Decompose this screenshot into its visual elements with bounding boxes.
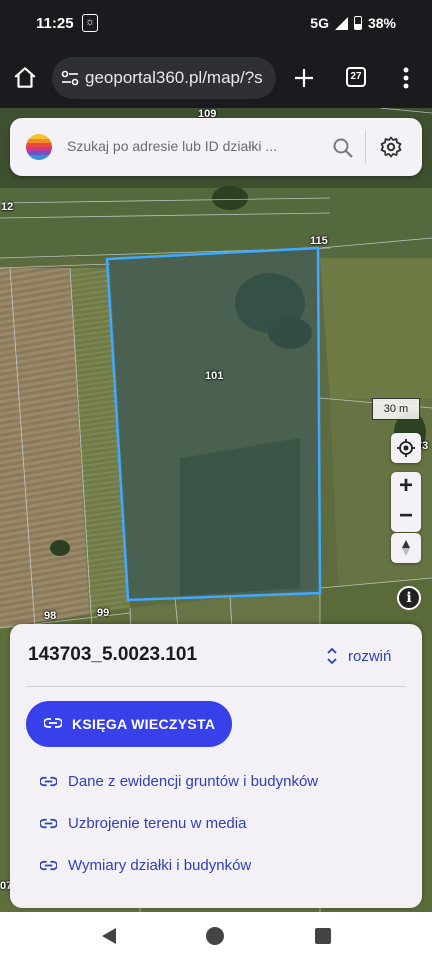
zoom-out-button[interactable]: − [391, 502, 421, 532]
gear-icon[interactable] [379, 135, 403, 159]
map-view[interactable]: 101 109 115 12 73 98 99 07 Szukaj po adr… [0, 108, 432, 912]
link-icon [44, 718, 62, 728]
parcel-label-main: 101 [205, 370, 224, 382]
info-icon[interactable]: i [397, 586, 421, 610]
signal-icon [334, 16, 348, 30]
land-register-label: KSIĘGA WIECZYSTA [72, 716, 216, 732]
url-text[interactable]: geoportal360.pl/map/?s [85, 68, 270, 88]
link-icon [40, 776, 57, 786]
menu-dots-icon[interactable] [398, 64, 414, 92]
battery-icon [353, 16, 362, 30]
link-icon [40, 860, 57, 870]
expand-label: rozwiń [348, 647, 392, 665]
link-icon [40, 818, 57, 828]
home-circle-icon[interactable] [206, 927, 224, 945]
link-dimensions[interactable]: Wymiary działki i budynków [40, 853, 251, 877]
browser-toolbar: geoportal360.pl/map/?s 27 [0, 48, 432, 108]
status-time: 11:25 [36, 15, 74, 32]
zoom-controls: + − [391, 472, 421, 532]
system-nav-bar [0, 912, 432, 960]
address-bar[interactable]: geoportal360.pl/map/?s [52, 57, 276, 99]
expand-button[interactable]: rozwiń [326, 644, 391, 668]
panel-divider [26, 686, 406, 687]
logo-icon [26, 134, 52, 160]
back-icon[interactable] [100, 927, 118, 945]
parcel-label-left: 12 [1, 201, 14, 213]
link-land-records[interactable]: Dane z ewidencji gruntów i budynków [40, 769, 318, 793]
chevron-up-down-icon [327, 647, 337, 665]
accessibility-icon: ☼ [82, 14, 98, 32]
home-icon[interactable] [12, 65, 38, 91]
parcel-label-bottom-left: 98 [44, 610, 57, 622]
locate-button[interactable] [391, 433, 421, 463]
search-bar: Szukaj po adresie lub ID działki ... [10, 118, 422, 176]
status-bar: 11:25 ☼ 5G 38% [0, 0, 432, 48]
tune-icon[interactable] [60, 68, 80, 88]
parcel-label-bottom-mid: 99 [97, 607, 110, 619]
zoom-in-button[interactable]: + [391, 472, 421, 502]
link-land-records-label: Dane z ewidencji gruntów i budynków [68, 772, 319, 790]
plus-icon[interactable] [292, 66, 316, 90]
search-divider [365, 130, 366, 164]
status-indicators: 5G 38% [310, 15, 396, 31]
link-utilities[interactable]: Uzbrojenie terenu w media [40, 811, 246, 835]
parcel-label-top-right: 115 [310, 235, 328, 247]
network-label: 5G [310, 15, 329, 31]
recents-icon[interactable] [315, 928, 331, 944]
scale-indicator: 30 m [372, 398, 420, 420]
link-dimensions-label: Wymiary działki i budynków [68, 856, 252, 874]
compass-icon [402, 540, 410, 556]
tabs-icon[interactable]: 27 [346, 67, 366, 87]
locate-icon [397, 439, 415, 457]
search-icon[interactable] [332, 137, 354, 159]
search-input[interactable]: Szukaj po adresie lub ID działki ... [67, 138, 322, 154]
parcel-id: 143703_5.0023.101 [28, 644, 198, 665]
land-register-button[interactable]: KSIĘGA WIECZYSTA [26, 701, 232, 747]
battery-level: 38% [367, 15, 396, 31]
compass-button[interactable] [391, 533, 421, 563]
link-utilities-label: Uzbrojenie terenu w media [68, 814, 247, 832]
